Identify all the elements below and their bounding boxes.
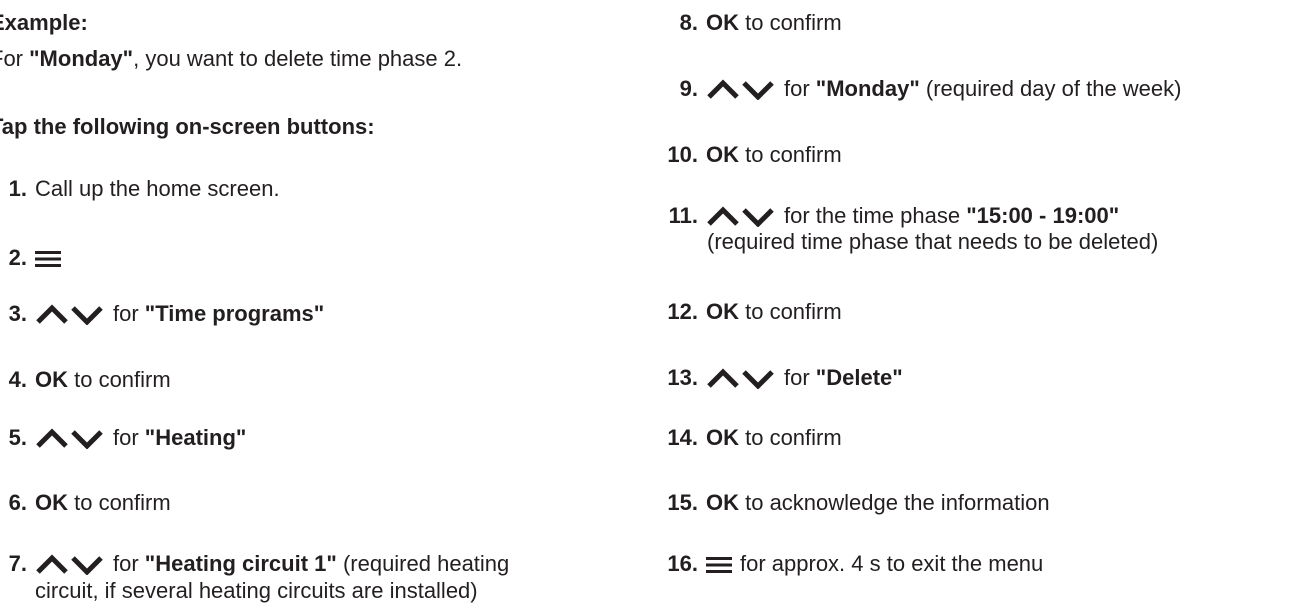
step-bold: "Delete" (815, 365, 903, 390)
step-8: 8. OK to confirm (664, 10, 842, 36)
step-bold: "Heating circuit 1" (144, 551, 337, 576)
step-number: 6. (8, 490, 27, 515)
step-number: 7. (8, 551, 27, 576)
example-description: For "Monday", you want to delete time ph… (0, 46, 462, 72)
step-4: 4. OK to confirm (0, 367, 171, 393)
step-number: 1. (8, 176, 27, 201)
step-text: to confirm (739, 142, 842, 167)
step-text: to confirm (739, 425, 842, 450)
step-bold: OK (706, 490, 739, 515)
step-text: for (113, 551, 145, 576)
step-bold: OK (706, 142, 739, 167)
step-text: to confirm (68, 367, 171, 392)
step-bold: "Heating" (144, 425, 247, 450)
up-down-arrows-icon (707, 206, 774, 227)
step-bold: OK (706, 299, 739, 324)
step-number: 4. (8, 367, 27, 392)
step-text: for (113, 301, 145, 326)
step-number: 5. (8, 425, 27, 450)
step-number: 16. (667, 551, 698, 576)
step-number: 15. (667, 490, 698, 515)
up-down-arrows-icon (36, 304, 103, 325)
step-5: 5. for "Heating" (0, 425, 247, 451)
step-text: for approx. 4 s to exit the menu (740, 551, 1044, 576)
step-1: 1. Call up the home screen. (0, 176, 280, 202)
step-11: 11. for the time phase "15:00 - 19:00" (664, 203, 1120, 229)
desc-post: , you want to delete time phase 2. (133, 46, 463, 71)
step-15: 15. OK to acknowledge the information (664, 490, 1050, 516)
step-number: 3. (8, 301, 27, 326)
step-7: 7. for "Heating circuit 1" (required hea… (0, 551, 510, 577)
step-text: to confirm (68, 490, 171, 515)
step-number: 10. (667, 142, 698, 167)
step-9: 9. for "Monday" (required day of the wee… (664, 76, 1182, 102)
step-13: 13. for "Delete" (664, 365, 903, 391)
step-text: for (113, 425, 145, 450)
step-bold: OK (35, 490, 68, 515)
step-number: 13. (667, 365, 698, 390)
step-bold: "Monday" (815, 76, 920, 101)
step-bold: OK (706, 10, 739, 35)
step-text: (required heating (336, 551, 510, 576)
step-2: 2. (0, 245, 69, 271)
step-16: 16. for approx. 4 s to exit the menu (664, 551, 1043, 577)
step-text: to confirm (739, 10, 842, 35)
step-number: 2. (8, 245, 27, 270)
step-bold: OK (35, 367, 68, 392)
step-14: 14. OK to confirm (664, 425, 842, 451)
step-6: 6. OK to confirm (0, 490, 171, 516)
menu-icon (706, 557, 732, 573)
step-number: 9. (679, 76, 698, 101)
step-number: 14. (667, 425, 698, 450)
step-number: 12. (667, 299, 698, 324)
step-bold: "15:00 - 19:00" (966, 203, 1120, 228)
step-text: Call up the home screen. (35, 176, 280, 201)
desc-bold: "Monday" (29, 46, 134, 71)
step-text: for (784, 365, 816, 390)
step-10: 10. OK to confirm (664, 142, 842, 168)
step-text: for the time phase (784, 203, 967, 228)
example-label: Example: (0, 10, 88, 35)
step-11-line2: (required time phase that needs to be de… (707, 229, 1159, 254)
step-3: 3. for "Time programs" (0, 301, 325, 327)
step-12: 12. OK to confirm (664, 299, 842, 325)
step-bold: OK (706, 425, 739, 450)
step-text: for (784, 76, 816, 101)
up-down-arrows-icon (707, 368, 774, 389)
step-text: to confirm (739, 299, 842, 324)
desc-pre: For (0, 46, 23, 71)
up-down-arrows-icon (36, 428, 103, 449)
menu-icon (35, 251, 61, 267)
step-text: (required day of the week) (919, 76, 1182, 101)
up-down-arrows-icon (36, 554, 103, 575)
step-number: 11. (668, 203, 698, 228)
tap-heading: Tap the following on-screen buttons: (0, 114, 375, 139)
step-text: to acknowledge the information (739, 490, 1050, 515)
step-bold: "Time programs" (144, 301, 325, 326)
step-number: 8. (679, 10, 698, 35)
step-7-line2: circuit, if several heating circuits are… (35, 578, 478, 603)
up-down-arrows-icon (707, 79, 774, 100)
